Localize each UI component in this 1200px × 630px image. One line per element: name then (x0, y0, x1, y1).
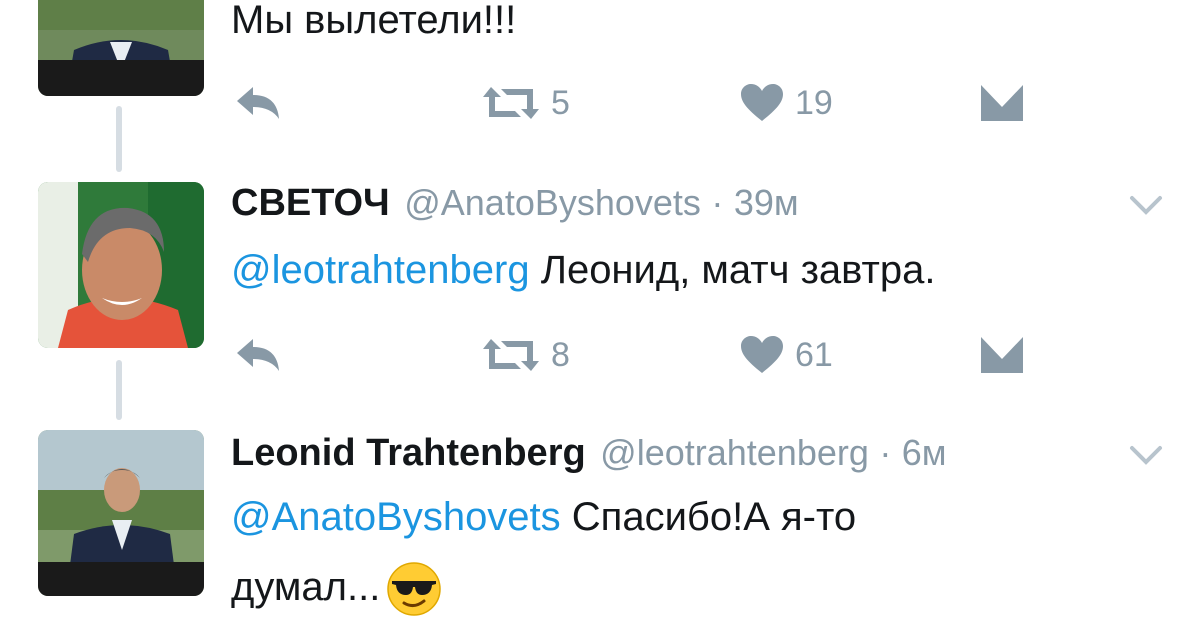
separator: · (711, 182, 724, 223)
heart-icon (741, 336, 783, 373)
reply-icon (237, 339, 279, 371)
like-button[interactable]: 61 (739, 335, 833, 375)
mention-link[interactable]: @AnatoByshovets (231, 495, 561, 539)
heart-icon (741, 84, 783, 121)
tweet-body: Леонид, матч завтра. (529, 248, 936, 292)
handle[interactable]: @leotrahtenberg (600, 432, 869, 473)
retweet-count: 8 (551, 335, 570, 374)
tweet-body-line2: думал... (231, 565, 381, 609)
chevron-down-icon[interactable] (1128, 194, 1164, 218)
mention-link[interactable]: @leotrahtenberg (231, 248, 530, 292)
chevron-down-icon[interactable] (1128, 444, 1164, 468)
direct-message-icon (981, 337, 1023, 373)
tweet-actions: 5 19 (231, 83, 1051, 123)
tweet-text: @AnatoByshovets Спасибо!А я-то думал... (231, 482, 856, 622)
timestamp[interactable]: 6м (902, 432, 947, 473)
display-name[interactable]: Leonid Trahtenberg (231, 432, 586, 474)
tweet-body: Спасибо!А я-то (560, 495, 857, 539)
avatar[interactable] (38, 430, 204, 596)
thread-line (116, 360, 122, 420)
like-count: 61 (795, 335, 833, 374)
avatar-image (38, 0, 204, 96)
sunglasses-emoji-icon (387, 562, 442, 617)
reply-icon (237, 87, 279, 119)
tweet-header: СВЕТОЧ @AnatoByshovets · 39м (231, 182, 799, 225)
avatar-image (38, 430, 204, 596)
avatar[interactable] (38, 0, 204, 96)
retweet-button[interactable]: 5 (481, 83, 570, 123)
avatar[interactable] (38, 182, 204, 348)
retweet-count: 5 (551, 83, 570, 122)
thread-line (116, 106, 122, 172)
tweet-actions: 8 61 (231, 335, 1051, 375)
like-count: 19 (795, 83, 833, 122)
retweet-icon (483, 87, 539, 119)
reply-button[interactable] (233, 83, 283, 123)
direct-message-icon (981, 85, 1023, 121)
separator: · (879, 432, 892, 473)
retweet-button[interactable]: 8 (481, 335, 570, 375)
tweet-text: @leotrahtenberg Леонид, матч завтра. (231, 235, 935, 305)
handle[interactable]: @AnatoByshovets (404, 182, 701, 223)
retweet-icon (483, 339, 539, 371)
avatar-image (38, 182, 204, 348)
tweet-text: Мы вылетели!!! (231, 0, 517, 42)
like-button[interactable]: 19 (739, 83, 833, 123)
display-name[interactable]: СВЕТОЧ (231, 182, 390, 224)
reply-button[interactable] (233, 335, 283, 375)
direct-message-button[interactable] (979, 83, 1025, 123)
direct-message-button[interactable] (979, 335, 1025, 375)
timestamp[interactable]: 39м (734, 182, 799, 223)
tweet-header: Leonid Trahtenberg @leotrahtenberg · 6м (231, 432, 947, 475)
